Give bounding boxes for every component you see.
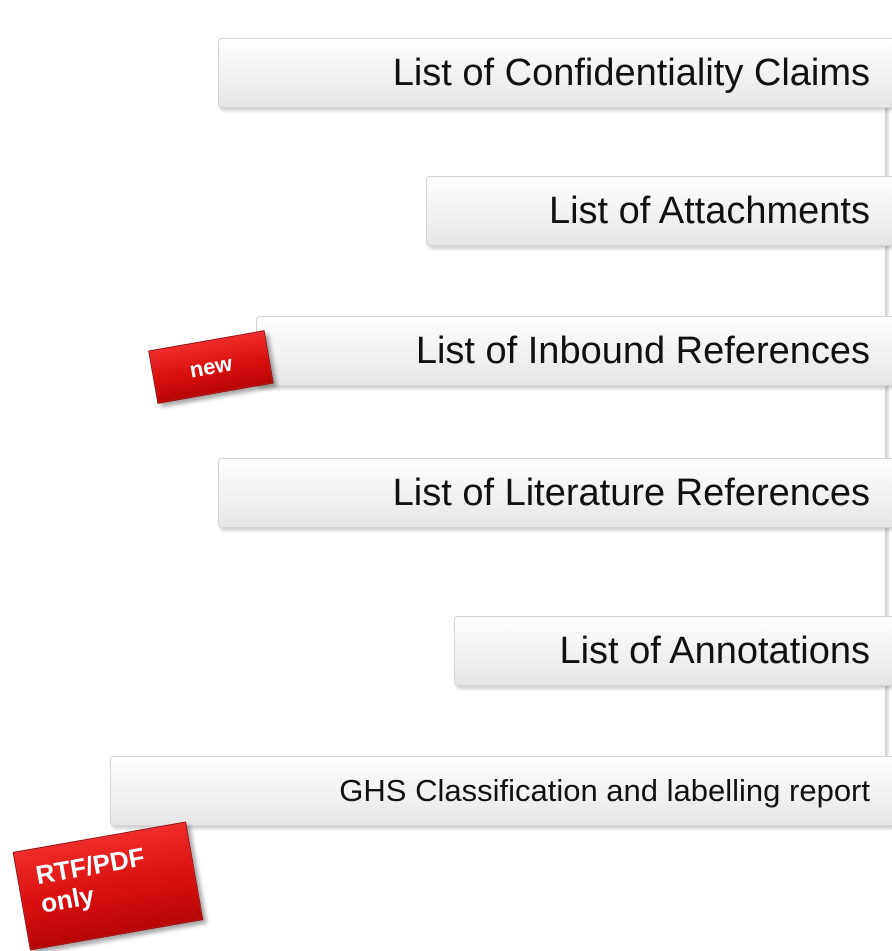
item-label: List of Attachments <box>548 189 870 232</box>
list-literature-references-button[interactable]: List of Literature References <box>218 458 892 528</box>
list-confidentiality-claims-button[interactable]: List of Confidentiality Claims <box>218 38 892 108</box>
list-inbound-references-button[interactable]: List of Inbound References <box>256 316 892 386</box>
new-badge: new <box>148 330 274 404</box>
new-badge-label: new <box>187 350 235 383</box>
list-attachments-button[interactable]: List of Attachments <box>426 176 892 246</box>
item-label: List of Confidentiality Claims <box>392 51 870 94</box>
item-label: List of Inbound References <box>415 329 870 372</box>
rtf-pdf-only-badge: RTF/PDF only <box>12 821 204 951</box>
list-annotations-button[interactable]: List of Annotations <box>454 616 892 686</box>
item-label: List of Literature References <box>392 471 870 514</box>
ghs-classification-report-button[interactable]: GHS Classification and labelling report <box>110 756 892 826</box>
item-label: GHS Classification and labelling report <box>339 773 870 808</box>
item-label: List of Annotations <box>559 629 870 672</box>
